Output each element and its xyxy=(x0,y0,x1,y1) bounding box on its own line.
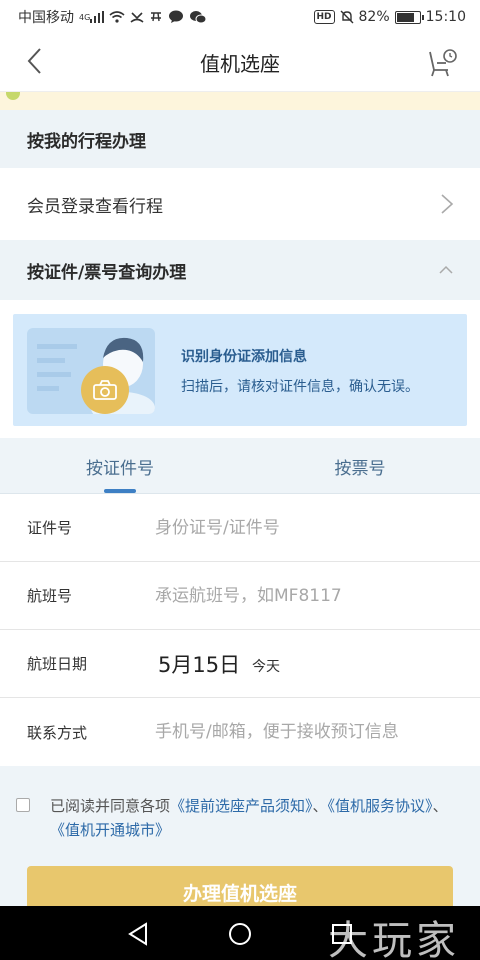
agreement-link-seat-notice[interactable]: 《提前选座产品须知》 xyxy=(170,797,313,815)
battery-fill xyxy=(396,12,414,22)
id-number-label: 证件号 xyxy=(27,519,73,537)
contact-label: 联系方式 xyxy=(27,723,88,742)
network-signal-icon: 4G xyxy=(79,11,105,23)
id-number-input[interactable] xyxy=(155,517,455,538)
active-tab-indicator xyxy=(104,489,136,493)
section-by-certificate-label: 按证件/票号查询办理 xyxy=(27,262,187,283)
status-right: HD 82% 15:10 xyxy=(313,9,466,25)
agreement-separator: 、 xyxy=(312,797,328,815)
home-circle-icon[interactable] xyxy=(226,920,254,948)
system-nav-bar: 大玩家 xyxy=(0,906,480,960)
tab-by-ticket[interactable]: 按票号 xyxy=(240,438,480,494)
member-login-row[interactable]: 会员登录查看行程 xyxy=(0,168,480,240)
page-title: 值机选座 xyxy=(200,52,280,76)
flight-number-row: 航班号 xyxy=(0,562,480,630)
clock: 15:10 xyxy=(425,9,466,25)
watermark: 大玩家 xyxy=(328,918,460,960)
flight-date-row[interactable]: 航班日期 5月15日 今天 xyxy=(0,630,480,698)
id-card-subtitle: 扫描后，请核对证件信息，确认无误。 xyxy=(181,379,419,395)
status-bar: 中国移动 4G HD 82% 15:10 xyxy=(0,0,480,34)
section-by-itinerary: 按我的行程办理 xyxy=(0,110,480,168)
agreement-text: 已阅读并同意各项《提前选座产品须知》、《值机服务协议》、《值机开通城市》 xyxy=(50,794,470,842)
agreement-prefix: 已阅读并同意各项 xyxy=(50,797,171,815)
flight-date-today: 今天 xyxy=(252,659,280,675)
camera-button[interactable] xyxy=(81,366,129,414)
flight-number-input[interactable] xyxy=(155,585,455,606)
agreement-link-checkin-cities[interactable]: 《值机开通城市》 xyxy=(50,821,170,839)
id-number-row: 证件号 xyxy=(0,494,480,562)
notice-indicator xyxy=(6,92,20,100)
missed-call-icon xyxy=(130,11,144,23)
battery-percent: 82% xyxy=(358,9,390,25)
section-by-certificate[interactable]: 按证件/票号查询办理 xyxy=(0,240,480,300)
flight-number-label: 航班号 xyxy=(27,587,73,605)
back-triangle-icon[interactable] xyxy=(124,920,152,948)
message-icon xyxy=(168,10,184,24)
id-card-scan-banner[interactable]: 识别身份证添加信息 扫描后，请核对证件信息，确认无误。 xyxy=(13,314,467,426)
chevron-left-icon[interactable] xyxy=(22,46,52,76)
camera-icon xyxy=(93,380,117,400)
wifi-icon xyxy=(109,11,125,23)
flight-date-label: 航班日期 xyxy=(27,655,88,673)
wechat-icon xyxy=(189,10,207,24)
id-card-illustration xyxy=(27,328,155,414)
status-left: 中国移动 4G xyxy=(18,7,207,27)
nav-bar: 值机选座 xyxy=(0,34,480,92)
agreement-checkbox[interactable] xyxy=(16,798,30,812)
member-login-label: 会员登录查看行程 xyxy=(27,196,163,217)
contact-row: 联系方式 xyxy=(0,698,480,766)
seat-clock-icon[interactable] xyxy=(424,46,458,80)
network-type-label: 4G xyxy=(79,12,91,22)
mute-bell-icon xyxy=(340,10,354,24)
tab-by-id[interactable]: 按证件号 xyxy=(0,438,240,494)
carrier-label: 中国移动 xyxy=(18,10,74,26)
app-notification-icon xyxy=(149,11,163,23)
contact-input[interactable] xyxy=(155,722,455,742)
query-tabs: 按证件号 按票号 xyxy=(0,438,480,494)
chevron-up-icon xyxy=(439,265,453,274)
agreement-link-checkin-service[interactable]: 《值机服务协议》 xyxy=(328,797,433,815)
flight-date-value: 5月15日 xyxy=(158,652,241,677)
chevron-right-icon xyxy=(441,194,454,214)
battery-icon xyxy=(394,10,424,24)
agreement-separator: 、 xyxy=(432,797,448,815)
notice-strip xyxy=(0,92,480,110)
hd-badge: HD xyxy=(313,10,335,24)
id-card-title: 识别身份证添加信息 xyxy=(181,349,307,365)
